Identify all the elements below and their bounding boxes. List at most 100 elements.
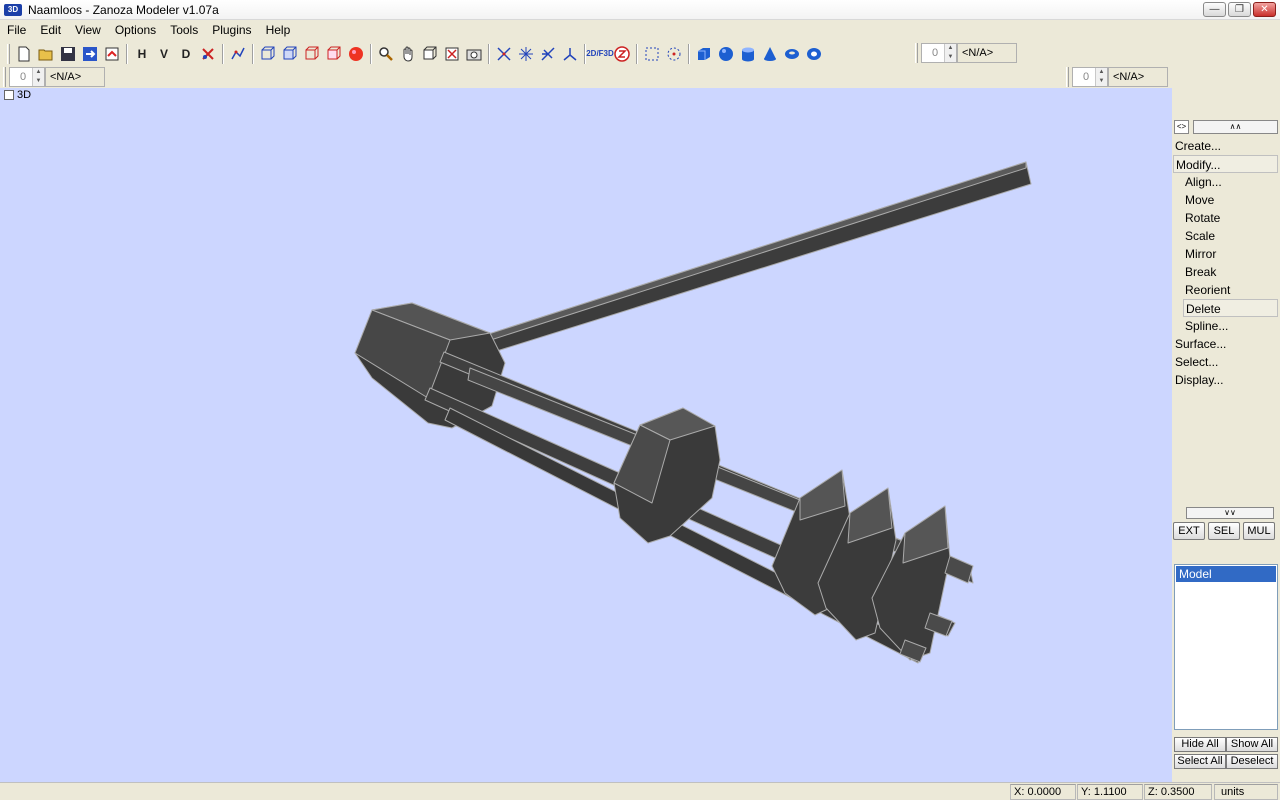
render-button[interactable] — [345, 43, 367, 65]
select-all-button[interactable]: Select All — [1174, 754, 1226, 769]
command-align[interactable]: Align... — [1173, 173, 1278, 191]
command-spline[interactable]: Spline... — [1173, 317, 1278, 335]
left-spin-input[interactable]: 0 ▲ ▼ — [9, 67, 45, 87]
minimize-icon: — — [1209, 4, 1220, 15]
right-spin-input[interactable]: 0 ▲ ▼ — [1072, 67, 1108, 87]
toolbar-grip[interactable] — [1066, 67, 1069, 87]
command-panel: <> ∧∧ Create... Modify... Align... Move Rota… — [1172, 88, 1280, 782]
toolbar-separator — [636, 44, 638, 64]
cross-button[interactable] — [537, 43, 559, 65]
spin-arrows-icon[interactable]: ▲ ▼ — [32, 68, 44, 86]
star-button[interactable] — [515, 43, 537, 65]
sel-button[interactable]: SEL — [1208, 522, 1240, 540]
menu-file[interactable]: File — [0, 20, 33, 40]
window-controls: — ❐ ✕ — [1203, 2, 1276, 17]
menu-view[interactable]: View — [68, 20, 108, 40]
menu-edit[interactable]: Edit — [33, 20, 68, 40]
save-as-button[interactable] — [79, 43, 101, 65]
deselect-button[interactable]: Deselect — [1226, 754, 1278, 769]
cone-primitive-button[interactable] — [759, 43, 781, 65]
h-button[interactable]: H — [131, 43, 153, 65]
cube-view-button[interactable] — [257, 43, 279, 65]
minimize-button[interactable]: — — [1203, 2, 1226, 17]
command-mirror[interactable]: Mirror — [1173, 245, 1278, 263]
camera-button[interactable] — [463, 43, 485, 65]
hide-all-button[interactable]: Hide All — [1174, 737, 1226, 752]
toolbar-grip[interactable] — [7, 44, 10, 64]
pan-button[interactable] — [397, 43, 419, 65]
main-toolbar: H V D 2D/F3D — [0, 41, 1280, 67]
delete-vertex-button[interactable] — [197, 43, 219, 65]
scroll-down-button[interactable]: ∨∨ — [1186, 507, 1274, 519]
2d-3d-button[interactable]: 2D/F3D — [586, 43, 614, 65]
spin-arrows-icon[interactable]: ▲ ▼ — [944, 44, 956, 62]
open-file-button[interactable] — [35, 43, 57, 65]
box-button[interactable] — [419, 43, 441, 65]
scroll-up-button[interactable]: ∧∧ — [1193, 120, 1278, 134]
menu-options[interactable]: Options — [108, 20, 163, 40]
menu-plugins[interactable]: Plugins — [205, 20, 258, 40]
new-file-button[interactable] — [13, 43, 35, 65]
command-surface[interactable]: Surface... — [1173, 335, 1278, 353]
circle-select-button[interactable] — [663, 43, 685, 65]
cube-primitive-button[interactable] — [693, 43, 715, 65]
save-icon — [61, 47, 75, 61]
side-view-icon — [305, 46, 319, 60]
cylinder-primitive-button[interactable] — [737, 43, 759, 65]
restore-button[interactable]: ❐ — [1228, 2, 1251, 17]
torus-primitive-button[interactable] — [781, 43, 803, 65]
command-create[interactable]: Create... — [1173, 137, 1278, 155]
command-rotate[interactable]: Rotate — [1173, 209, 1278, 227]
save-button[interactable] — [57, 43, 79, 65]
command-select[interactable]: Select... — [1173, 353, 1278, 371]
zoom-button[interactable] — [375, 43, 397, 65]
command-reorient[interactable]: Reorient — [1173, 281, 1278, 299]
command-modify[interactable]: Modify... — [1173, 155, 1278, 173]
close-button[interactable]: ✕ — [1253, 2, 1276, 17]
tripod-button[interactable] — [559, 43, 581, 65]
panel-toggle-button[interactable]: <> — [1174, 120, 1189, 134]
box-select-button[interactable] — [441, 43, 463, 65]
d-button[interactable]: D — [175, 43, 197, 65]
axis-button[interactable] — [493, 43, 515, 65]
tripod-icon — [563, 48, 577, 61]
cube-primitive-icon — [698, 48, 710, 60]
command-move[interactable]: Move — [1173, 191, 1278, 209]
zoom-icon — [379, 47, 393, 61]
z-icon — [614, 46, 630, 62]
spin-arrows-icon[interactable]: ▲ ▼ — [1095, 68, 1107, 86]
menu-tools[interactable]: Tools — [163, 20, 205, 40]
front-view-button[interactable] — [279, 43, 301, 65]
side-view-button[interactable] — [301, 43, 323, 65]
delete-vertex-icon — [202, 48, 214, 60]
show-all-button[interactable]: Show All — [1226, 737, 1278, 752]
command-display[interactable]: Display... — [1173, 371, 1278, 389]
3d-viewport[interactable]: 3D — [0, 88, 1172, 782]
command-scale[interactable]: Scale — [1173, 227, 1278, 245]
viewport-corner-icon[interactable] — [4, 90, 14, 100]
model-list[interactable]: Model — [1174, 564, 1278, 730]
top-right-spin-label: <N/A> — [957, 43, 1017, 63]
z-button[interactable] — [611, 43, 633, 65]
box-view-button[interactable] — [323, 43, 345, 65]
toolbar-grip[interactable] — [3, 67, 6, 87]
model-list-item[interactable]: Model — [1176, 566, 1276, 582]
v-button[interactable]: V — [153, 43, 175, 65]
double-chevron-down-icon: ∨∨ — [1224, 508, 1236, 517]
top-right-spin-input[interactable]: 0 ▲ ▼ — [921, 43, 957, 63]
tube-primitive-button[interactable] — [803, 43, 825, 65]
code-icon: <> — [1176, 122, 1187, 131]
ext-button[interactable]: EXT — [1173, 522, 1205, 540]
box-select-icon — [445, 47, 459, 61]
sphere-primitive-button[interactable] — [715, 43, 737, 65]
command-break[interactable]: Break — [1173, 263, 1278, 281]
menu-help[interactable]: Help — [259, 20, 298, 40]
revert-button[interactable] — [101, 43, 123, 65]
box-view-icon — [327, 46, 341, 60]
spin-value: 0 — [20, 71, 27, 83]
command-delete[interactable]: Delete — [1183, 299, 1278, 317]
toolbar-grip[interactable] — [915, 43, 918, 63]
rect-select-button[interactable] — [641, 43, 663, 65]
graph-button[interactable] — [227, 43, 249, 65]
mul-button[interactable]: MUL — [1243, 522, 1275, 540]
